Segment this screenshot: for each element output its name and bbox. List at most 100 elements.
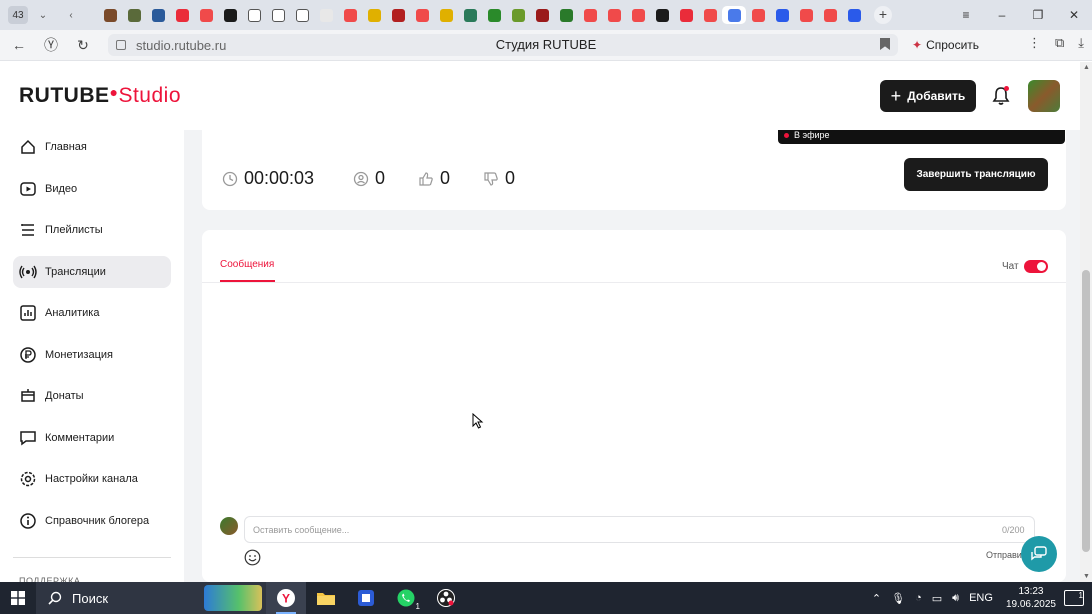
browser-tab-16[interactable] xyxy=(482,6,506,24)
browser-tab-strip: 43 ⌄ ‹ + ≡ – ❐ ✕ xyxy=(0,0,1092,30)
battery-icon[interactable]: ▭ xyxy=(932,592,942,605)
sidebar-item-3[interactable]: Трансляции xyxy=(13,256,171,288)
taskbar-app-blue[interactable] xyxy=(346,582,386,614)
browser-tab-0[interactable] xyxy=(98,6,122,24)
language-indicator[interactable]: ENG xyxy=(969,592,993,604)
start-button[interactable] xyxy=(0,582,36,614)
restore-button[interactable]: ❐ xyxy=(1020,8,1056,22)
clock-icon xyxy=(222,171,238,186)
ruble-icon xyxy=(19,346,37,364)
new-tab-button[interactable]: + xyxy=(874,6,892,24)
sidebar-item-4[interactable]: Аналитика xyxy=(13,297,171,329)
tab-favicon-icon xyxy=(199,8,213,22)
taskbar-yandex-browser[interactable]: Y xyxy=(266,582,306,614)
tab-messages[interactable]: Сообщения xyxy=(220,259,274,270)
notifications-button[interactable]: 1 xyxy=(1064,590,1084,606)
add-button[interactable]: + Добавить xyxy=(880,80,976,112)
browser-tab-15[interactable] xyxy=(458,6,482,24)
playlist-icon xyxy=(19,221,37,239)
browser-tab-10[interactable] xyxy=(338,6,362,24)
yandex-icon[interactable]: Ⓨ xyxy=(35,35,67,55)
browser-tab-6[interactable] xyxy=(242,6,266,24)
back-arrow-icon[interactable]: ← xyxy=(3,37,35,53)
sidebar-item-6[interactable]: Донаты xyxy=(13,380,171,412)
sidebar-item-7[interactable]: Комментарии xyxy=(13,422,171,454)
browser-tab-5[interactable] xyxy=(218,6,242,24)
viewers-icon xyxy=(353,171,369,186)
browser-tab-2[interactable] xyxy=(146,6,170,24)
reload-icon[interactable]: ↻ xyxy=(67,37,99,54)
browser-tab-28[interactable] xyxy=(770,6,794,24)
taskbar-file-explorer[interactable] xyxy=(306,582,346,614)
tab-favicon-icon xyxy=(679,8,693,22)
minimize-button[interactable]: – xyxy=(984,8,1020,22)
emoji-icon[interactable] xyxy=(244,549,261,566)
sidebar-item-5[interactable]: Монетизация xyxy=(13,339,171,371)
browser-tab-29[interactable] xyxy=(794,6,818,24)
browser-tab-11[interactable] xyxy=(362,6,386,24)
sidebar-item-2[interactable]: Плейлисты xyxy=(13,214,171,246)
scroll-up-arrow-icon[interactable]: ▲ xyxy=(1083,64,1090,71)
browser-tab-25[interactable] xyxy=(698,6,722,24)
browser-tab-17[interactable] xyxy=(506,6,530,24)
stream-preview: В эфире xyxy=(778,130,1065,144)
sidebar-item-9[interactable]: Справочник блогера xyxy=(13,505,171,537)
bookmark-icon[interactable] xyxy=(880,38,890,50)
rutube-studio-logo[interactable]: RUTUBE●Studio xyxy=(19,84,181,108)
taskbar-whatsapp[interactable]: 1 xyxy=(386,582,426,614)
browser-tab-24[interactable] xyxy=(674,6,698,24)
sidebar-item-label: Комментарии xyxy=(45,432,115,444)
browser-tab-19[interactable] xyxy=(554,6,578,24)
browser-tab-21[interactable] xyxy=(602,6,626,24)
microphone-icon[interactable]: 🎙︎ xyxy=(891,592,905,605)
tab-list-chevron-icon[interactable]: ⌄ xyxy=(34,10,52,21)
browser-tab-30[interactable] xyxy=(818,6,842,24)
clock[interactable]: 13:23 19.06.2025 xyxy=(1006,585,1056,611)
taskbar-obs[interactable] xyxy=(426,582,466,614)
browser-tab-26[interactable] xyxy=(722,6,746,24)
browser-tab-13[interactable] xyxy=(410,6,434,24)
sidebar-item-0[interactable]: Главная xyxy=(13,131,171,163)
browser-tab-14[interactable] xyxy=(434,6,458,24)
live-dot xyxy=(784,132,789,138)
taskbar-search[interactable]: Поиск xyxy=(36,582,266,614)
browser-tab-9[interactable] xyxy=(314,6,338,24)
browser-tab-1[interactable] xyxy=(122,6,146,24)
browser-tab-12[interactable] xyxy=(386,6,410,24)
browser-tab-20[interactable] xyxy=(578,6,602,24)
browser-tab-7[interactable] xyxy=(266,6,290,24)
browser-tab-31[interactable] xyxy=(842,6,866,24)
user-avatar xyxy=(220,517,238,535)
close-window-button[interactable]: ✕ xyxy=(1056,8,1092,22)
tray-expand-icon[interactable]: ⌃ xyxy=(872,592,881,605)
browser-tab-18[interactable] xyxy=(530,6,554,24)
network-icon[interactable]: ◔ xyxy=(915,592,922,604)
page-scrollbar[interactable]: ▲ ▼ xyxy=(1080,62,1092,582)
browser-tab-8[interactable] xyxy=(290,6,314,24)
extensions-icon[interactable]: ⧉ xyxy=(1055,35,1064,51)
sidebar-item-1[interactable]: Видео xyxy=(13,173,171,205)
scroll-down-arrow-icon[interactable]: ▼ xyxy=(1083,573,1090,580)
ask-button[interactable]: ✦ Спросить xyxy=(912,35,979,55)
scroll-thumb[interactable] xyxy=(1082,270,1090,552)
tab-counter[interactable]: 43 xyxy=(8,6,28,24)
clock-time: 13:23 xyxy=(1018,586,1044,597)
tabs-menu-icon[interactable]: ≡ xyxy=(948,8,984,22)
message-input[interactable] xyxy=(244,516,1035,543)
browser-tab-4[interactable] xyxy=(194,6,218,24)
end-stream-button[interactable]: Завершить трансляцию xyxy=(904,158,1048,191)
sidebar-item-8[interactable]: Настройки канала xyxy=(13,463,171,495)
add-label: Добавить xyxy=(907,89,966,103)
browser-tab-23[interactable] xyxy=(650,6,674,24)
download-icon[interactable]: ⤓ xyxy=(1078,35,1084,51)
browser-tab-27[interactable] xyxy=(746,6,770,24)
browser-tab-22[interactable] xyxy=(626,6,650,24)
chat-toggle[interactable] xyxy=(1024,260,1048,273)
volume-icon[interactable]: 🔊︎ xyxy=(952,592,959,605)
url-field[interactable]: studio.rutube.ru xyxy=(108,34,898,56)
browser-tab-3[interactable] xyxy=(170,6,194,24)
support-chat-button[interactable] xyxy=(1021,536,1057,572)
profile-avatar[interactable] xyxy=(1028,80,1060,112)
more-menu-icon[interactable]: ⋮ xyxy=(1028,35,1041,51)
back-tabs-chevron-icon[interactable]: ‹ xyxy=(62,10,80,21)
